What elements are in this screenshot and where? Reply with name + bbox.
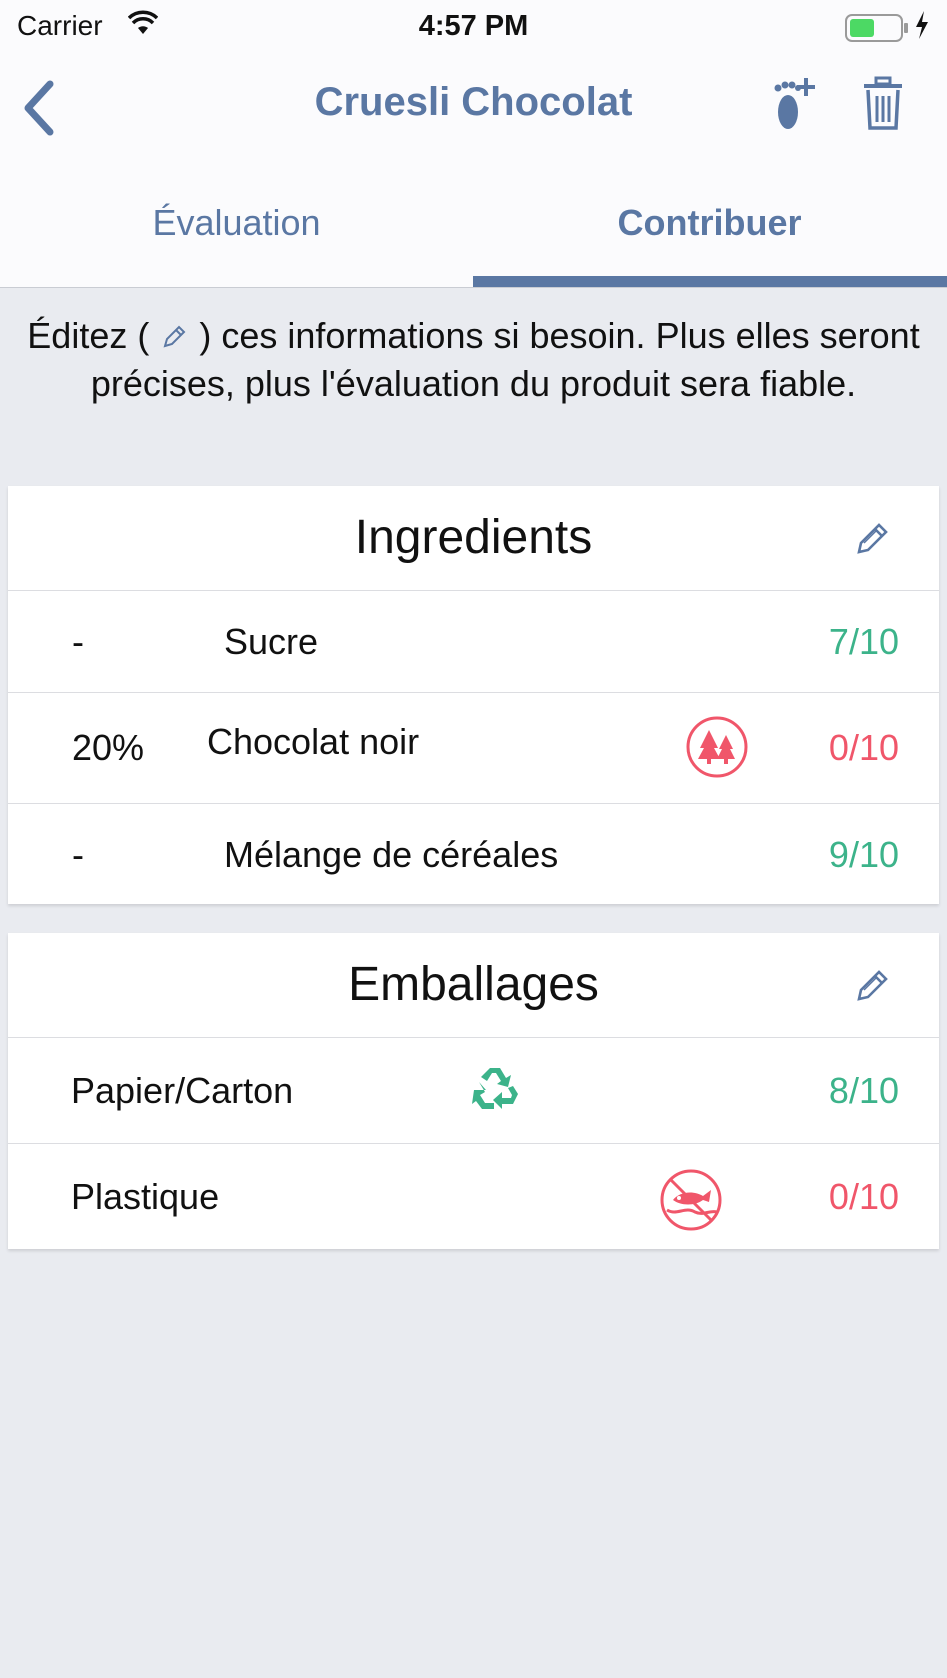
- ingredient-score: 0/10: [828, 727, 899, 768]
- pencil-icon: [163, 325, 186, 348]
- packaging-row[interactable]: Plastique 0/10: [8, 1144, 939, 1249]
- edit-packaging-pencil-icon[interactable]: [852, 965, 892, 1005]
- ingredients-card: Ingredients - Sucre 7/10 20% Chocolat no…: [8, 486, 939, 904]
- battery-icon: [845, 14, 908, 42]
- packaging-name: Papier/Carton: [71, 1070, 294, 1111]
- ingredient-row[interactable]: - Sucre 7/10: [8, 591, 939, 693]
- trash-icon[interactable]: [860, 76, 906, 132]
- tab-bar: Évaluation Contribuer: [0, 160, 947, 288]
- ocean-pollution-icon: [660, 1169, 722, 1231]
- tab-contribuer[interactable]: Contribuer: [473, 202, 946, 244]
- intro-text-after: ) ces informations si besoin. Plus elles…: [90, 315, 920, 404]
- ingredient-percent: 20%: [72, 727, 145, 768]
- intro-text-before: Éditez (: [27, 315, 150, 356]
- packaging-score: 8/10: [828, 1070, 899, 1111]
- ingredient-percent: -: [72, 621, 84, 662]
- tab-evaluation[interactable]: Évaluation: [0, 202, 473, 244]
- intro-text: Éditez ( ) ces informations si besoin. P…: [20, 312, 927, 408]
- ingredient-name: Mélange de céréales: [224, 834, 559, 875]
- ingredient-row[interactable]: - Mélange de céréales 9/10: [8, 804, 939, 905]
- charging-icon: [916, 11, 928, 39]
- deforestation-icon: [686, 716, 748, 778]
- packaging-score: 0/10: [828, 1176, 899, 1217]
- navigation-bar: Cruesli Chocolat: [0, 56, 947, 160]
- footprint-add-icon[interactable]: [770, 74, 816, 134]
- packaging-name: Plastique: [71, 1176, 220, 1217]
- ingredient-name: Sucre: [224, 621, 319, 662]
- ingredient-score: 7/10: [828, 621, 899, 662]
- ingredients-header: Ingredients: [8, 486, 939, 591]
- edit-ingredients-pencil-icon[interactable]: [852, 518, 892, 558]
- tab-selected-indicator: [473, 276, 947, 287]
- packaging-title: Emballages: [348, 958, 599, 1011]
- packaging-header: Emballages: [8, 933, 939, 1038]
- status-bar: Carrier 4:57 PM: [0, 0, 947, 56]
- packaging-row[interactable]: Papier/Carton 8/10: [8, 1038, 939, 1144]
- status-time: 4:57 PM: [418, 10, 529, 42]
- recycle-icon: [472, 1068, 518, 1109]
- ingredient-percent: -: [72, 834, 84, 875]
- ingredient-name: Chocolat noir: [207, 721, 420, 762]
- ingredient-row[interactable]: 20% Chocolat noir 0/10: [8, 693, 939, 804]
- ingredients-title: Ingredients: [354, 511, 593, 564]
- ingredient-score: 9/10: [828, 834, 899, 875]
- packaging-card: Emballages Papier/Carton 8/10 Plastique …: [8, 933, 939, 1249]
